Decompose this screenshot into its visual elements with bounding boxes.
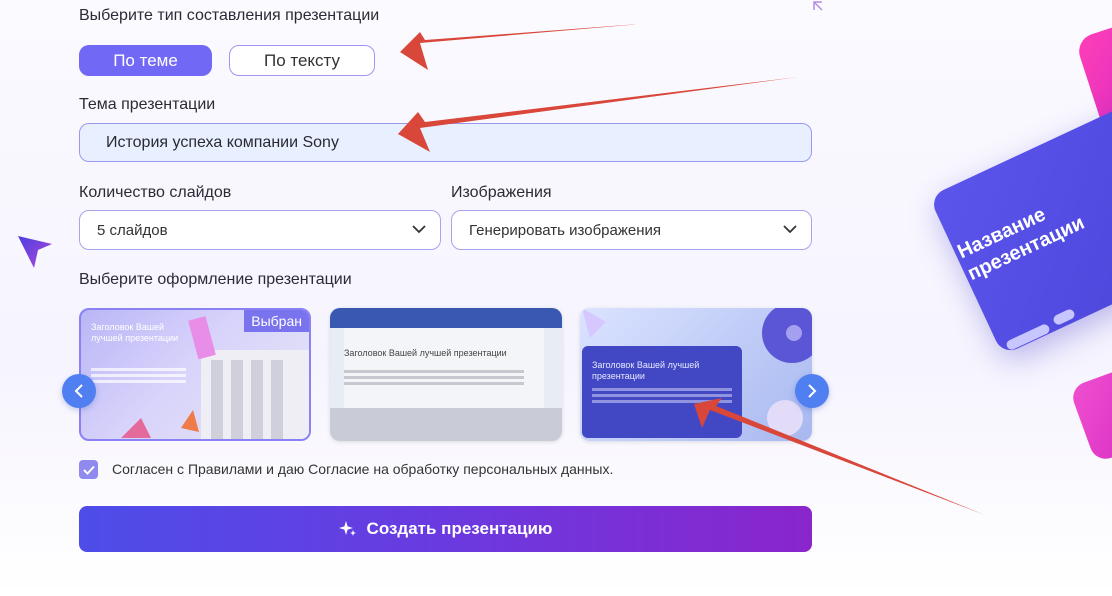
images-label: Изображения (451, 184, 552, 201)
images-select-value: Генерировать изображения (469, 221, 662, 239)
topic-input-value: История успеха компании Sony (106, 133, 339, 151)
composition-heading: Выберите тип составления презентации (79, 7, 380, 24)
create-button-label: Создать презентацию (366, 519, 553, 538)
carousel-prev-button[interactable] (62, 374, 96, 408)
chevron-left-icon (74, 384, 83, 398)
theme-2-illustration (330, 308, 562, 441)
slides-select[interactable]: 5 слайдов (79, 210, 441, 250)
images-select[interactable]: Генерировать изображения (451, 210, 812, 250)
topic-label: Тема презентации (79, 96, 216, 113)
carousel-next-button[interactable] (795, 374, 829, 408)
theme-card-1[interactable]: Заголовок Вашей лучшей презентации Выбра… (79, 308, 311, 441)
chevron-down-icon (412, 225, 426, 234)
checkmark-icon (82, 465, 95, 475)
chevron-right-icon (808, 384, 817, 398)
sparkle-icon (338, 521, 356, 536)
chevron-down-icon (783, 225, 797, 234)
theme-card-2[interactable]: Заголовок Вашей лучшей презентации (330, 308, 562, 441)
create-presentation-button[interactable]: Создать презентацию (79, 506, 812, 552)
theme-card-3[interactable]: Заголовок Вашей лучшей презентации (580, 308, 812, 441)
consent-checkbox[interactable] (79, 460, 98, 479)
design-heading: Выберите оформление презентации (79, 271, 352, 288)
theme-1-title: Заголовок Вашей лучшей презентации (91, 322, 179, 343)
topic-input[interactable]: История успеха компании Sony (79, 123, 812, 162)
slides-label: Количество слайдов (79, 184, 232, 201)
consent-text: Согласен с Правилами и даю Согласие на о… (112, 461, 614, 477)
by-topic-button[interactable]: По теме (79, 45, 212, 76)
cursor-icon (18, 236, 52, 268)
decor-card-bottom (1068, 360, 1112, 464)
theme-3-title: Заголовок Вашей лучшей презентации (592, 360, 700, 381)
selected-badge: Выбран (244, 310, 309, 332)
theme-2-title: Заголовок Вашей лучшей презентации (344, 348, 507, 358)
decor-arrow-icon (813, 1, 823, 11)
by-text-button[interactable]: По тексту (229, 45, 375, 76)
slides-select-value: 5 слайдов (97, 221, 168, 239)
